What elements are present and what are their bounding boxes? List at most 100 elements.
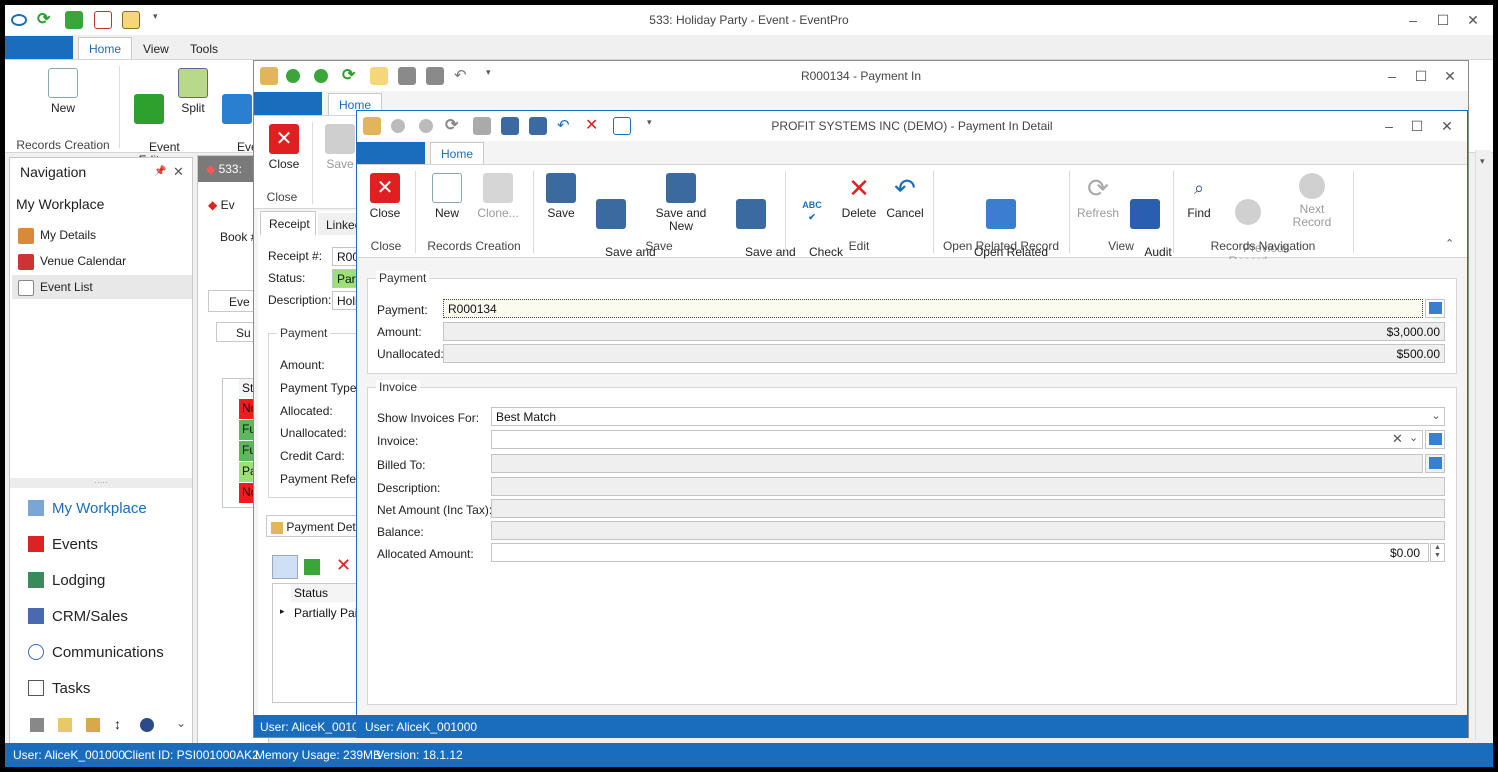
balance-label: Balance: <box>377 525 424 539</box>
maximize-button[interactable]: ☐ <box>1411 67 1431 85</box>
allocated-amount-field[interactable]: $0.00 <box>491 543 1429 562</box>
tab-home[interactable]: Home <box>78 37 133 59</box>
nav-my-workplace[interactable]: My Workplace <box>28 500 147 517</box>
detail-status-bar: User: AliceK_001000 <box>357 715 1467 737</box>
vertical-scrollbar[interactable]: ▾ <box>1475 150 1491 740</box>
billed-to-field[interactable] <box>491 454 1423 473</box>
amount-field[interactable]: $3,000.00 <box>443 322 1445 341</box>
tab-tools[interactable]: Tools <box>180 38 228 60</box>
collapse-ribbon-icon[interactable]: ⌃ <box>1445 237 1454 250</box>
new-button[interactable]: New <box>427 173 467 220</box>
pin-icon <box>28 536 44 552</box>
close-button[interactable]: ✕ <box>1440 67 1460 85</box>
nav-communications[interactable]: Communications <box>28 644 164 661</box>
status-user: User: AliceK_001000 <box>365 720 478 734</box>
show-invoices-for-select[interactable]: Best Match <box>491 407 1445 426</box>
payment-field[interactable]: R000134 <box>443 299 1423 318</box>
nav-item-event-list[interactable]: Event List <box>12 275 192 299</box>
close-record-button[interactable]: ✕ Close <box>365 173 405 220</box>
nav-lodging[interactable]: Lodging <box>28 572 105 589</box>
chevron-down-icon[interactable]: ▾ <box>1480 156 1485 167</box>
spin-button[interactable]: ▲ ▼ <box>1430 543 1445 562</box>
save-and-new-button[interactable]: Save and New <box>643 173 719 233</box>
allocated-label: Allocated: <box>280 404 333 418</box>
tab-view[interactable]: View <box>133 38 179 60</box>
nav-events[interactable]: Events <box>28 536 98 553</box>
chevron-down-icon[interactable]: ⌄ <box>1409 431 1418 444</box>
status-label: Status: <box>268 271 306 285</box>
save-label: Save <box>326 157 354 171</box>
payment-in-detail-window: ⟳ ↶ ✕ ▾ PROFIT SYSTEMS INC (DEMO) - Paym… <box>356 110 1468 738</box>
nav-item-venue-calendar[interactable]: Venue Calendar <box>18 254 126 270</box>
split-label: Split <box>181 101 205 115</box>
maximize-button[interactable]: ☐ <box>1407 117 1427 135</box>
detail-body: Payment Payment: R000134 Amount: $3,000.… <box>357 259 1467 715</box>
grid-delete-icon[interactable]: ✕ <box>336 555 351 576</box>
maximize-button[interactable]: ☐ <box>1433 11 1453 29</box>
save-button[interactable]: Save <box>541 173 581 220</box>
app-menu-button[interactable] <box>5 36 73 60</box>
grid-add-icon[interactable] <box>304 559 320 575</box>
nav-item-my-details[interactable]: My Details <box>18 228 96 244</box>
invoice-label: Invoice: <box>377 434 419 448</box>
globe-icon[interactable] <box>140 718 154 732</box>
notes-icon[interactable] <box>58 718 72 732</box>
group-records-navigation-label: Records Navigation <box>1210 239 1316 253</box>
refresh-button[interactable]: ⟳ Refresh <box>1075 173 1121 220</box>
close-button[interactable]: ✕ <box>1463 11 1483 29</box>
nav-tasks[interactable]: Tasks <box>28 680 90 697</box>
lookup-icon[interactable] <box>1425 430 1445 449</box>
open-related-icon <box>986 199 1016 229</box>
cancel-button[interactable]: ↶ Cancel <box>885 173 925 220</box>
detail-ribbon: ✕ Close New Clone... Save Save and Close… <box>357 164 1467 272</box>
lookup-icon[interactable] <box>1425 454 1445 473</box>
save-button[interactable]: Save <box>320 124 360 171</box>
detail-title: PROFIT SYSTEMS INC (DEMO) - Payment In D… <box>771 119 1053 133</box>
clone-button[interactable]: Clone... <box>471 173 525 220</box>
find-button[interactable]: ⌕ Find <box>1179 173 1219 220</box>
nav-crm-sales[interactable]: CRM/Sales <box>28 608 128 625</box>
app-menu-button[interactable] <box>357 142 425 166</box>
balance-field[interactable] <box>491 521 1445 540</box>
tab-home[interactable]: Home <box>430 142 485 164</box>
delete-button[interactable]: ✕ Delete <box>839 173 879 220</box>
lookup-icon[interactable] <box>1425 299 1445 318</box>
unallocated-label: Unallocated: <box>377 347 444 361</box>
split-button[interactable]: Split <box>173 68 213 115</box>
folder-icon[interactable] <box>86 718 100 732</box>
minimize-button[interactable]: – <box>1382 67 1402 85</box>
net-amount-field[interactable] <box>491 499 1445 518</box>
amount-label: Amount: <box>280 358 325 372</box>
credit-card-label: Credit Card: <box>280 449 345 463</box>
tab-receipt[interactable]: Receipt <box>260 211 316 235</box>
invoice-field[interactable] <box>491 430 1423 449</box>
calculator-icon[interactable] <box>30 718 44 732</box>
next-record-button[interactable]: Next Record <box>1279 173 1345 229</box>
pin-icon: ◆ <box>206 162 216 176</box>
payment-reference-label: Payment Refere <box>280 472 367 486</box>
description-field[interactable] <box>491 477 1445 496</box>
save-clone-icon <box>736 199 766 229</box>
pin-icon[interactable]: 📌 <box>154 166 166 177</box>
clone-icon <box>483 173 513 203</box>
minimize-button[interactable]: – <box>1379 117 1399 135</box>
new-button[interactable]: New <box>43 68 83 115</box>
spellcheck-icon: ABC ✔ <box>802 200 822 222</box>
payment-label: Payment: <box>377 303 428 317</box>
grid-new-button[interactable] <box>272 555 298 579</box>
event-section-header: ◆ Ev <box>208 198 235 212</box>
minimize-button[interactable]: – <box>1403 11 1423 29</box>
close-button[interactable]: ✕ <box>1437 117 1457 135</box>
clear-icon[interactable]: ✕ <box>1392 431 1403 447</box>
chevron-down-icon[interactable]: ⌄ <box>1428 408 1444 425</box>
close-panel-icon[interactable]: ✕ <box>173 164 184 180</box>
unallocated-field[interactable]: $500.00 <box>443 344 1445 363</box>
sort-icon[interactable]: ↕ <box>114 716 121 732</box>
close-record-button[interactable]: ✕ Close <box>264 124 304 171</box>
chevron-down-icon[interactable]: ⌄ <box>176 716 186 730</box>
app-menu-button[interactable] <box>254 92 322 116</box>
unallocated-label: Unallocated: <box>280 426 347 440</box>
splitter[interactable]: ····· <box>10 478 192 488</box>
save-icon <box>546 173 576 203</box>
binoculars-icon: ⌕ <box>1193 178 1205 198</box>
